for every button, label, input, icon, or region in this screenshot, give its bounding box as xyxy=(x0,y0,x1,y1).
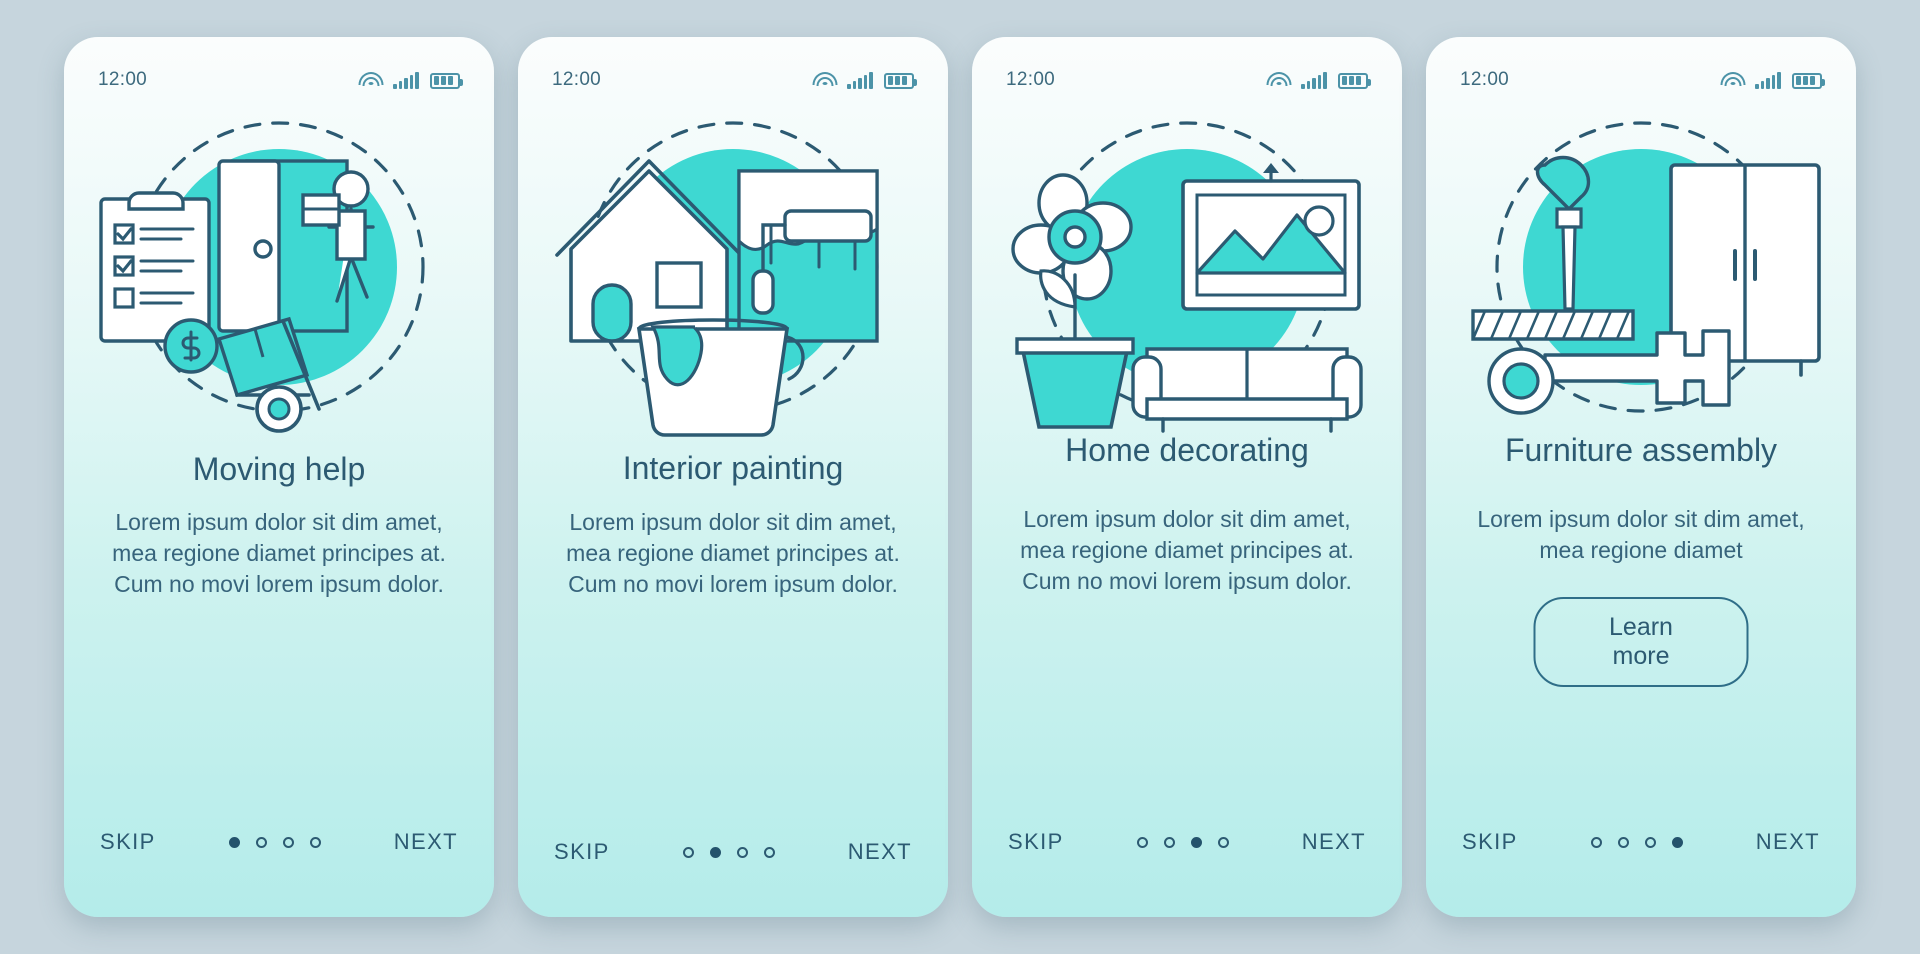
screen-footer: SKIP NEXT xyxy=(518,839,948,865)
pagination-dot-1[interactable] xyxy=(1136,836,1148,848)
screen-title: Home decorating xyxy=(1065,432,1309,468)
onboarding-screens-board: 12:00 Moving help Lorem ipsum dolor sit … xyxy=(0,0,1920,954)
signal-icon xyxy=(847,71,873,89)
screen-title: Moving help xyxy=(192,451,366,487)
screen-footer: SKIP NEXT xyxy=(972,829,1402,855)
pagination-dots xyxy=(1590,836,1683,848)
status-time: 12:00 xyxy=(1460,69,1510,90)
signal-icon xyxy=(393,71,419,89)
onboarding-screen-furniture-assembly: 12:00 Furniture assembly Lorem ipsum dol… xyxy=(1426,37,1856,917)
status-time: 12:00 xyxy=(98,69,148,90)
status-time: 12:00 xyxy=(1006,69,1056,90)
pagination-dot-3[interactable] xyxy=(1644,836,1656,848)
status-bar: 12:00 xyxy=(64,67,494,93)
next-button[interactable]: NEXT xyxy=(1302,829,1366,855)
pagination-dot-2[interactable] xyxy=(1617,836,1629,848)
pagination-dots xyxy=(1136,836,1229,848)
onboarding-screen-interior-painting: 12:00 Interior painting Lorem ipsum dolo… xyxy=(518,37,948,917)
pagination-dot-3[interactable] xyxy=(282,836,294,848)
next-button[interactable]: NEXT xyxy=(1756,829,1820,855)
screen-description: Lorem ipsum dolor sit dim amet, mea regi… xyxy=(1477,506,1805,563)
status-bar: 12:00 xyxy=(1426,67,1856,93)
skip-button[interactable]: SKIP xyxy=(100,829,156,855)
screen-footer: SKIP NEXT xyxy=(64,829,494,855)
onboarding-screen-home-decorating: 12:00 Home decorating Lorem ipsum dolor … xyxy=(972,37,1402,917)
pagination-dots xyxy=(682,846,775,858)
next-button[interactable]: NEXT xyxy=(848,839,912,865)
status-icons xyxy=(812,71,917,89)
screen-description: Lorem ipsum dolor sit dim amet, mea regi… xyxy=(566,509,900,597)
wifi-icon xyxy=(1720,71,1746,89)
status-bar: 12:00 xyxy=(972,67,1402,93)
pagination-dot-4[interactable] xyxy=(1217,836,1229,848)
battery-icon xyxy=(1338,72,1371,89)
pagination-dot-1[interactable] xyxy=(1590,836,1602,848)
pagination-dot-1[interactable] xyxy=(682,846,694,858)
pagination-dot-4[interactable] xyxy=(1671,836,1683,848)
signal-icon xyxy=(1301,71,1327,89)
skip-button[interactable]: SKIP xyxy=(554,839,610,865)
onboarding-screen-moving-help: 12:00 Moving help Lorem ipsum dolor sit … xyxy=(64,37,494,917)
wifi-icon xyxy=(358,71,384,89)
learn-more-button[interactable]: Learn more xyxy=(1533,597,1749,687)
screen-description: Lorem ipsum dolor sit dim amet, mea regi… xyxy=(1020,506,1354,594)
illustration-moving-boxes-clipboard xyxy=(64,99,494,444)
skip-button[interactable]: SKIP xyxy=(1008,829,1064,855)
status-icons xyxy=(1266,71,1371,89)
status-icons xyxy=(1720,71,1825,89)
pagination-dot-4[interactable] xyxy=(309,836,321,848)
pagination-dot-2[interactable] xyxy=(709,846,721,858)
next-button[interactable]: NEXT xyxy=(394,829,458,855)
skip-button[interactable]: SKIP xyxy=(1462,829,1518,855)
signal-icon xyxy=(1755,71,1781,89)
pagination-dot-3[interactable] xyxy=(736,846,748,858)
illustration-house-paint-roller-bucket xyxy=(518,99,948,444)
illustration-sofa-plant-picture xyxy=(972,99,1402,444)
battery-icon xyxy=(884,72,917,89)
screen-title: Interior painting xyxy=(622,450,844,486)
pagination-dot-4[interactable] xyxy=(763,846,775,858)
status-time: 12:00 xyxy=(552,69,602,90)
pagination-dots xyxy=(228,836,321,848)
pagination-dot-3[interactable] xyxy=(1190,836,1202,848)
status-icons xyxy=(358,71,463,89)
screen-footer: SKIP NEXT xyxy=(1426,829,1856,855)
pagination-dot-1[interactable] xyxy=(228,836,240,848)
screen-description: Lorem ipsum dolor sit dim amet, mea regi… xyxy=(112,509,446,597)
wifi-icon xyxy=(812,71,838,89)
screen-title: Furniture assembly xyxy=(1504,432,1778,468)
battery-icon xyxy=(430,72,463,89)
status-bar: 12:00 xyxy=(518,67,948,93)
pagination-dot-2[interactable] xyxy=(1163,836,1175,848)
illustration-wardrobe-wrench-screwdriver xyxy=(1426,99,1856,444)
pagination-dot-2[interactable] xyxy=(255,836,267,848)
wifi-icon xyxy=(1266,71,1292,89)
battery-icon xyxy=(1792,72,1825,89)
